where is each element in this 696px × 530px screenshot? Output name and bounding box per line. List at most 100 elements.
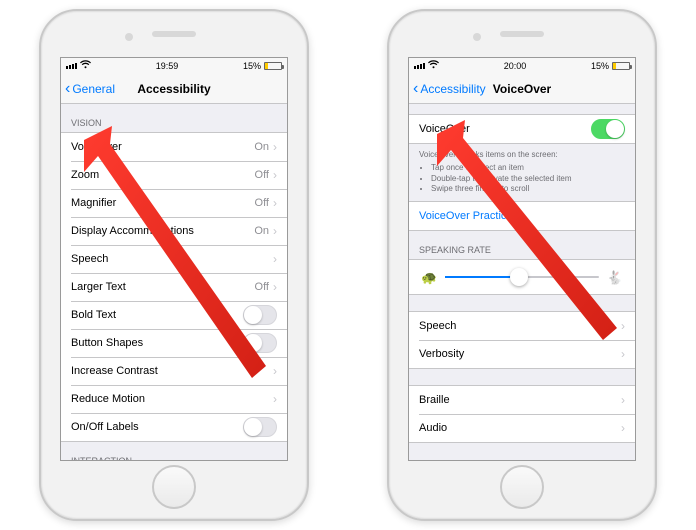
row-label: Magnifier [71, 197, 255, 209]
row-label: Audio [419, 422, 621, 434]
row-label: VoiceOver [71, 141, 254, 153]
chevron-right-icon: › [273, 393, 277, 405]
group-practice: VoiceOver Practice [409, 201, 635, 231]
rate-slider[interactable] [445, 276, 599, 278]
chevron-right-icon: › [273, 365, 277, 377]
row-speaking-rate[interactable]: 🐢 🐇 [409, 260, 635, 294]
signal-icon [414, 63, 425, 69]
section-header-vision: Vision [61, 104, 287, 132]
chevron-right-icon: › [273, 225, 277, 237]
row-label: VoiceOver [419, 123, 591, 135]
row-label: Zoom [71, 169, 255, 181]
camera-dot [473, 33, 481, 41]
row-voiceover[interactable]: VoiceOver On › [61, 133, 287, 161]
back-label: General [72, 82, 115, 96]
row-magnifier[interactable]: Magnifier Off › [61, 189, 287, 217]
row-label: Display Accommodations [71, 225, 254, 237]
group-rate: 🐢 🐇 [409, 259, 635, 295]
chevron-right-icon: › [621, 394, 625, 406]
row-label: Speech [419, 320, 621, 332]
row-label: Increase Contrast [71, 365, 273, 377]
chevron-right-icon: › [621, 348, 625, 360]
row-speech2[interactable]: Speech › [409, 312, 635, 340]
screen-right: 20:00 15% ‹ Accessibility VoiceOver Voic… [408, 57, 636, 461]
chevron-right-icon: › [621, 422, 625, 434]
settings-content: Vision VoiceOver On › Zoom Off › Magnifi… [61, 104, 287, 460]
row-speech[interactable]: Speech › [61, 245, 287, 273]
toggle-onoff-labels[interactable] [243, 417, 277, 437]
row-voiceover-practice[interactable]: VoiceOver Practice [409, 202, 635, 230]
row-voiceover-toggle[interactable]: VoiceOver [409, 115, 635, 143]
voiceover-content: VoiceOver VoiceOver speaks items on the … [409, 104, 635, 460]
row-increase-contrast[interactable]: Increase Contrast › [61, 357, 287, 385]
status-time: 19:59 [156, 61, 179, 71]
toggle-voiceover[interactable] [591, 119, 625, 139]
status-bar: 19:59 15% [61, 58, 287, 74]
status-bar: 20:00 15% [409, 58, 635, 74]
row-button-shapes[interactable]: Button Shapes [61, 329, 287, 357]
battery-percent: 15% [591, 61, 609, 71]
back-button[interactable]: ‹ General [61, 81, 115, 97]
row-label: Bold Text [71, 309, 243, 321]
home-button[interactable] [152, 465, 196, 509]
row-label: VoiceOver Practice [419, 210, 625, 222]
group-voiceover-toggle: VoiceOver [409, 114, 635, 144]
settings-group-vision: VoiceOver On › Zoom Off › Magnifier Off … [61, 132, 287, 442]
nav-bar: ‹ General Accessibility [61, 74, 287, 104]
row-label: On/Off Labels [71, 421, 243, 433]
row-reduce-motion[interactable]: Reduce Motion › [61, 385, 287, 413]
back-label: Accessibility [420, 82, 485, 96]
row-zoom[interactable]: Zoom Off › [61, 161, 287, 189]
screen-left: 19:59 15% ‹ General Accessibility Vision… [60, 57, 288, 461]
row-value: Off [255, 197, 269, 209]
row-label: Button Shapes [71, 337, 243, 349]
wifi-icon [428, 60, 439, 72]
row-display-accommodations[interactable]: Display Accommodations On › [61, 217, 287, 245]
row-value: On [254, 141, 269, 153]
chevron-right-icon: › [273, 141, 277, 153]
row-audio[interactable]: Audio › [409, 414, 635, 442]
battery-percent: 15% [243, 61, 261, 71]
toggle-bold-text[interactable] [243, 305, 277, 325]
battery-icon [612, 62, 630, 70]
battery-icon [264, 62, 282, 70]
back-button[interactable]: ‹ Accessibility [409, 81, 486, 97]
row-value: Off [255, 169, 269, 181]
tortoise-icon: 🐢 [421, 271, 437, 284]
chevron-left-icon: ‹ [413, 81, 418, 97]
section-header-interaction: Interaction [61, 442, 287, 460]
voiceover-help-text: VoiceOver speaks items on the screen: Ta… [409, 144, 635, 201]
row-label: Reduce Motion [71, 393, 273, 405]
row-bold-text[interactable]: Bold Text [61, 301, 287, 329]
row-braille[interactable]: Braille › [409, 386, 635, 414]
toggle-button-shapes[interactable] [243, 333, 277, 353]
home-button[interactable] [500, 465, 544, 509]
speaker-grille [152, 31, 196, 37]
section-header-rate: Speaking Rate [409, 231, 635, 259]
status-time: 20:00 [504, 61, 527, 71]
wifi-icon [80, 60, 91, 72]
chevron-right-icon: › [273, 169, 277, 181]
group-braille-audio: Braille › Audio › [409, 385, 635, 443]
chevron-right-icon: › [273, 281, 277, 293]
row-onoff-labels[interactable]: On/Off Labels [61, 413, 287, 441]
iphone-right: 20:00 15% ‹ Accessibility VoiceOver Voic… [387, 9, 657, 521]
row-larger-text[interactable]: Larger Text Off › [61, 273, 287, 301]
row-value: Off [255, 281, 269, 293]
row-label: Braille [419, 394, 621, 406]
camera-dot [125, 33, 133, 41]
hare-icon: 🐇 [607, 271, 623, 284]
iphone-left: 19:59 15% ‹ General Accessibility Vision… [39, 9, 309, 521]
row-value: On [254, 225, 269, 237]
chevron-right-icon: › [621, 320, 625, 332]
speaker-grille [500, 31, 544, 37]
chevron-right-icon: › [273, 253, 277, 265]
row-label: Larger Text [71, 281, 255, 293]
chevron-left-icon: ‹ [65, 81, 70, 97]
row-label: Speech [71, 253, 273, 265]
group-speech-verbosity: Speech › Verbosity › [409, 311, 635, 369]
row-verbosity[interactable]: Verbosity › [409, 340, 635, 368]
signal-icon [66, 63, 77, 69]
nav-bar: ‹ Accessibility VoiceOver [409, 74, 635, 104]
chevron-right-icon: › [273, 197, 277, 209]
